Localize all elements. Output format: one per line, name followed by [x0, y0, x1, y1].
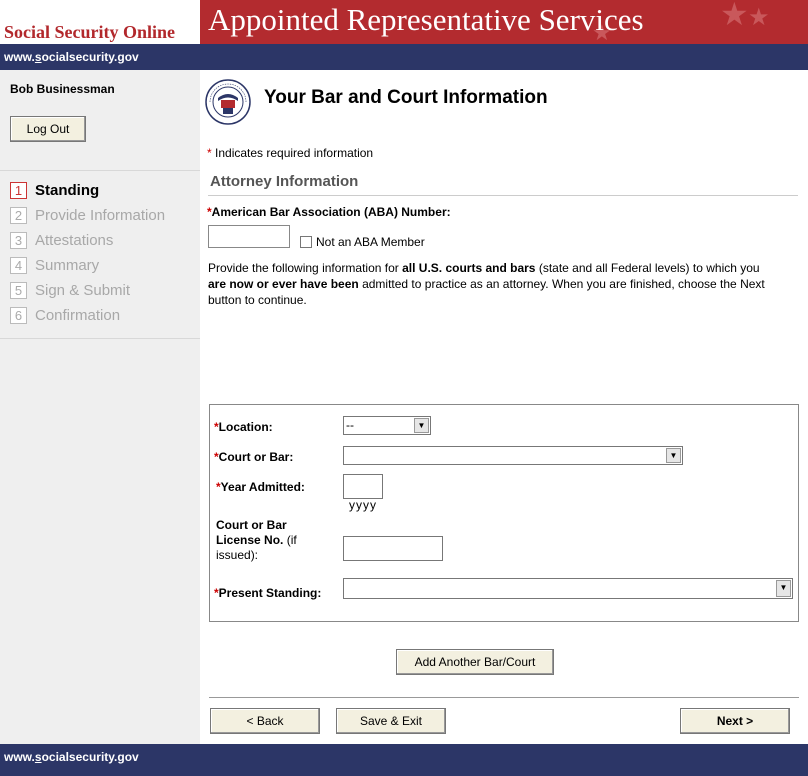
not-aba-member-label: Not an ABA Member: [316, 235, 425, 249]
step-label: Provide Information: [35, 207, 166, 224]
not-aba-member-checkbox[interactable]: [300, 236, 312, 248]
next-button[interactable]: Next >: [680, 708, 790, 734]
year-format-hint: yyyy: [349, 498, 377, 512]
footer-url-bar: www.socialsecurity.gov: [0, 744, 808, 776]
instructions-text: Provide the following information for al…: [208, 261, 765, 307]
page-title: Your Bar and Court Information: [264, 87, 548, 108]
year-admitted-label: *Year Admitted:: [216, 480, 305, 494]
add-another-bar-court-button[interactable]: Add Another Bar/Court: [396, 649, 554, 675]
present-standing-label: *Present Standing:: [214, 586, 322, 600]
site-header: Social Security Online ★ ★ ★ Appointed R…: [0, 0, 808, 44]
step-number-badge: 2: [10, 207, 27, 224]
license-number-label: Court or Bar License No. (if issued):: [216, 518, 297, 562]
nav-divider: [209, 697, 799, 698]
step-label: Confirmation: [35, 307, 121, 324]
ssa-online-banner[interactable]: Social Security Online: [0, 0, 200, 44]
step-summary: 4 Summary: [10, 253, 165, 278]
step-label: Sign & Submit: [35, 282, 131, 299]
app-title: Appointed Representative Services: [208, 2, 644, 37]
license-number-input[interactable]: [343, 536, 443, 561]
back-button[interactable]: < Back: [210, 708, 320, 734]
chevron-down-icon[interactable]: ▼: [776, 580, 791, 597]
court-or-bar-label: *Court or Bar:: [214, 450, 294, 464]
aba-number-input[interactable]: [208, 225, 290, 248]
step-attestations: 3 Attestations: [10, 228, 165, 253]
chevron-down-icon[interactable]: ▼: [666, 448, 681, 463]
step-number-badge: 4: [10, 257, 27, 274]
court-or-bar-select[interactable]: ▼: [343, 446, 683, 465]
step-number-badge: 3: [10, 232, 27, 249]
step-list: 1 Standing 2 Provide Information 3 Attes…: [10, 178, 165, 328]
user-name: Bob Businessman: [10, 82, 115, 96]
chevron-down-icon[interactable]: ▼: [414, 418, 429, 433]
step-standing: 1 Standing: [10, 178, 165, 203]
court-entry-form: *Location: -- ▼ *Court or Bar: ▼ *Year A…: [209, 404, 799, 622]
section-header: Attorney Information: [208, 170, 798, 196]
footer-url-link[interactable]: www.socialsecurity.gov: [4, 750, 139, 764]
main-content: Your Bar and Court Information * Indicat…: [200, 70, 808, 744]
year-admitted-input[interactable]: [343, 474, 383, 499]
location-select[interactable]: -- ▼: [343, 416, 431, 435]
site-url-bar: www.socialsecurity.gov: [0, 44, 808, 70]
star-decoration-icon: ★: [748, 4, 770, 31]
logout-button[interactable]: Log Out: [10, 116, 86, 142]
step-sign-submit: 5 Sign & Submit: [10, 278, 165, 303]
location-label: *Location:: [214, 420, 273, 434]
step-number-badge: 5: [10, 282, 27, 299]
save-exit-button[interactable]: Save & Exit: [336, 708, 446, 734]
not-aba-member-option[interactable]: Not an ABA Member: [300, 235, 425, 249]
star-decoration-icon: ★: [720, 0, 749, 32]
site-url-link[interactable]: www.socialsecurity.gov: [4, 50, 139, 64]
step-number-badge: 6: [10, 307, 27, 324]
sidebar-divider: [0, 338, 200, 339]
sidebar: Bob Businessman Log Out 1 Standing 2 Pro…: [0, 70, 200, 744]
step-label: Standing: [35, 182, 100, 199]
step-label: Attestations: [35, 232, 114, 249]
aba-number-label: *American Bar Association (ABA) Number:: [207, 205, 451, 219]
site-name[interactable]: Social Security Online: [4, 22, 175, 43]
app-title-bar: ★ ★ ★ Appointed Representative Services: [200, 0, 808, 44]
step-label: Summary: [35, 257, 100, 274]
step-provide-information: 2 Provide Information: [10, 203, 165, 228]
step-confirmation: 6 Confirmation: [10, 303, 165, 328]
step-number-badge: 1: [10, 182, 27, 199]
required-note: * Indicates required information: [207, 146, 374, 160]
present-standing-select[interactable]: ▼: [343, 578, 793, 599]
sidebar-divider: [0, 170, 200, 171]
ssa-seal-icon: [205, 79, 251, 125]
